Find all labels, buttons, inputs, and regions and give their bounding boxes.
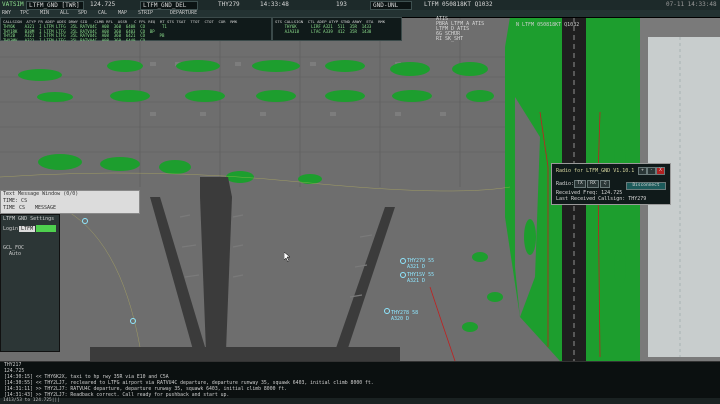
subbar-item-strip[interactable]: STRIP xyxy=(138,10,153,17)
close-icon[interactable]: X xyxy=(656,167,665,175)
profile-label: GND-UNL xyxy=(373,2,399,9)
atis-line: RI SK_SHT xyxy=(436,36,464,42)
aircraft-type: A321 D xyxy=(407,264,426,270)
active-callsign[interactable]: THY279 xyxy=(218,1,240,9)
aircraft-target[interactable] xyxy=(400,272,406,278)
subbar-item-cal[interactable]: CAL xyxy=(98,10,107,17)
last-received-callsign: Last Received Callsign: THY279 xyxy=(556,196,647,202)
console-line: THY217 xyxy=(4,363,22,368)
tx-button[interactable]: TX xyxy=(574,180,586,188)
stand-marker[interactable] xyxy=(130,318,136,324)
frequency-readout[interactable]: 124.725 xyxy=(90,1,115,9)
secondary-station-selector[interactable]: LTFM_GND_DEL xyxy=(140,1,198,10)
console-line: [14:30:15] << THY6K2X, taxi to hp rwy 35… xyxy=(4,375,169,380)
login-field[interactable]: LTFM xyxy=(19,226,36,232)
secondary-station-label: LTFM_GND_DEL xyxy=(143,2,187,9)
aircraft-target[interactable] xyxy=(384,308,390,314)
message-window-tab[interactable]: TIME: CS xyxy=(3,198,27,204)
runway-metar-label: N LTFM 050818KT Q1032 xyxy=(516,22,580,28)
settings-title: LTFM GND Settings xyxy=(3,216,55,222)
console-line: 124.725 xyxy=(4,369,25,374)
stand-marker[interactable] xyxy=(82,218,88,224)
subbar-item-spd[interactable]: SPD xyxy=(78,10,87,17)
headset-icon[interactable]: ♫ xyxy=(600,180,610,188)
subbar-item-map[interactable]: MAP xyxy=(118,10,127,17)
subbar-item-departure[interactable]: DEPARTURE xyxy=(170,10,197,17)
station-label: LTFM_GND [TWR] xyxy=(29,2,80,9)
clock: 14:33:48 xyxy=(260,1,289,8)
subbar-item-tpc[interactable]: TPC xyxy=(20,10,29,17)
arrival-list: STS CALLSIGN CTL ADEP ATYP STND ARWY ETA… xyxy=(272,17,402,41)
subbar-item-rwy[interactable]: RWY xyxy=(2,10,11,17)
rx-button[interactable]: RX xyxy=(587,180,599,188)
login-label: Login xyxy=(3,226,19,232)
departure-row[interactable]: THY3MV A321 I LTFM LTFG 35L RATVU4C A08 … xyxy=(3,38,145,41)
minus-button[interactable]: - xyxy=(647,167,656,175)
departure-list: CALLSIGN ATYP FR ADEP ADES DRWY SID CLMB… xyxy=(0,17,272,41)
plus-button[interactable]: + xyxy=(638,167,647,175)
metar-readout: LTFM 050818KT Q1032 xyxy=(424,1,493,8)
app-logo: VATSIM xyxy=(2,1,24,8)
subbar-item-all[interactable]: ALL xyxy=(60,10,69,17)
aircraft-type: A320 D xyxy=(391,316,410,322)
radio-label: Radio: xyxy=(556,181,575,187)
checklist-item[interactable]: Auto xyxy=(9,251,21,257)
message-console[interactable]: THY217 124.725 [14:30:15] << THY6K2X, ta… xyxy=(0,361,720,399)
radio-panel-title: Radio for LTFM_GND V1.10.1 xyxy=(556,168,635,174)
login-status-indicator[interactable] xyxy=(36,225,56,232)
message-col-message: MESSAGE xyxy=(35,205,57,211)
aircraft-target[interactable] xyxy=(400,258,406,264)
message-window-title: Text Message Window (0/0) xyxy=(3,191,79,197)
profile-selector[interactable]: GND-UNL xyxy=(370,1,412,10)
utc-clock: 07-11 14:33:48 xyxy=(666,1,717,8)
mouse-cursor-icon xyxy=(284,252,291,262)
message-col-cs: CS xyxy=(19,205,26,211)
arrival-row[interactable]: AJA318 LTAC A339 412 35R 1438 xyxy=(275,29,372,35)
subbar-item-min[interactable]: MIN xyxy=(40,10,49,17)
atis-box: ATIS PBRA LTFM_A ATIS LTFM_D_ATIS 6G SCH… xyxy=(436,16,504,42)
counter: 193 xyxy=(336,1,347,8)
text-message-window[interactable]: Text Message Window (0/0) TIME: CS TIME … xyxy=(0,190,140,214)
aircraft-type: A321 D xyxy=(407,278,426,284)
command-input-text[interactable]: 1413/53 to 124.725||| xyxy=(3,398,60,404)
console-line: [14:30:55] << THY2LJ7, recleared to LTFG… xyxy=(4,381,374,386)
station-selector[interactable]: LTFM_GND [TWR] xyxy=(26,1,84,10)
radio-panel[interactable]: Radio for LTFM_GND V1.10.1 + - X Radio: … xyxy=(551,163,671,205)
settings-panel: LTFM GND Settings Login LTFM GCL_FOC Aut… xyxy=(0,214,60,352)
console-line: [14:31:11] >> THY2LJ7: RATVU4C departure… xyxy=(4,387,288,392)
disconnect-button[interactable]: Disconnect xyxy=(626,182,666,190)
message-col-time: TIME xyxy=(3,205,16,211)
command-input-bar[interactable]: 1413/53 to 124.725||| xyxy=(0,398,720,404)
